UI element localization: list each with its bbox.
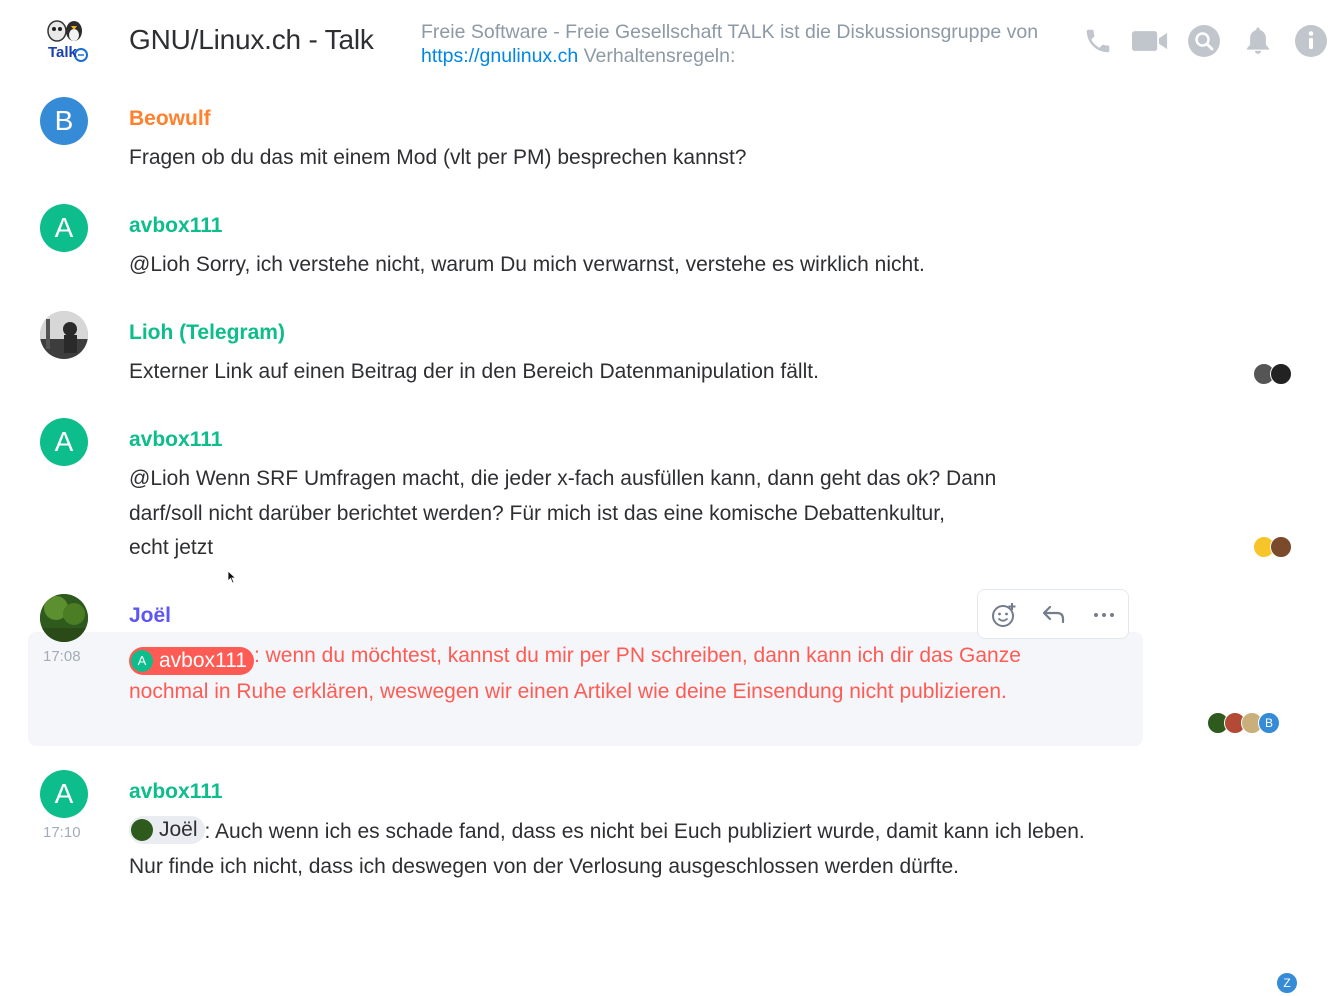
avatar[interactable]: A — [40, 770, 88, 818]
video-icon[interactable] — [1132, 24, 1168, 58]
avatar[interactable]: A — [40, 418, 88, 466]
message-body: Externer Link auf einen Beitrag der in d… — [129, 360, 819, 383]
sender-name[interactable]: avbox111 — [129, 780, 222, 804]
message-highlighted: Joël 17:08 Aavbox111: wenn du möchtest, … — [0, 584, 1344, 746]
avatar[interactable]: A — [40, 204, 88, 252]
avatar[interactable] — [40, 311, 88, 359]
room-title[interactable]: GNU/Linux.ch - Talk — [129, 24, 374, 56]
message-text: : wenn du möchtest, kannst du mir per PN… — [129, 644, 1021, 704]
room-topic-link[interactable]: https://gnulinux.ch — [421, 45, 578, 67]
reply-icon[interactable] — [1036, 598, 1072, 632]
read-receipts[interactable]: Z — [1276, 972, 1298, 996]
message-body: @Lioh Sorry, ich verstehe nicht, warum D… — [129, 253, 925, 276]
mention-pill[interactable]: Joël — [129, 816, 205, 844]
sender-name[interactable]: avbox111 — [129, 428, 222, 452]
mention-name: Joël — [159, 817, 198, 841]
room-header: Talk GNU/Linux.ch - Talk Freie Software … — [0, 0, 1344, 84]
avatar-letter: B — [54, 105, 74, 136]
message-text: : Auch wenn ich es schade fand, dass es … — [129, 820, 1085, 878]
read-receipts[interactable] — [1253, 363, 1292, 387]
mention-pill[interactable]: Aavbox111 — [129, 647, 254, 676]
sender-name[interactable]: Beowulf — [129, 107, 211, 131]
info-icon[interactable] — [1293, 24, 1329, 58]
options-icon[interactable] — [1086, 598, 1122, 632]
avatar-letter: A — [54, 212, 74, 243]
message-line: darf/soll nicht darüber berichtet werden… — [129, 501, 945, 525]
search-icon[interactable] — [1186, 24, 1222, 58]
message-body: Fragen ob du das mit einem Mod (vlt per … — [129, 146, 747, 169]
message-line: @Lioh Wenn SRF Umfragen macht, die jeder… — [129, 467, 997, 490]
room-topic-prefix: Freie Software - Freie Gesellschaft TALK… — [421, 21, 1039, 43]
room-topic-suffix: Verhaltensregeln: — [578, 45, 736, 67]
bell-icon[interactable] — [1240, 24, 1276, 58]
room-avatar[interactable]: Talk — [40, 18, 90, 64]
receipt-avatar: B — [1258, 712, 1280, 734]
room-avatar-label: Talk — [48, 44, 77, 61]
read-receipts[interactable]: B — [1207, 712, 1280, 736]
sender-name[interactable]: Joël — [129, 604, 171, 628]
receipt-avatar — [1270, 363, 1292, 385]
phone-icon[interactable] — [1080, 24, 1116, 58]
sender-name[interactable]: avbox111 — [129, 214, 222, 238]
timeline: B Beowulf Fragen ob du das mit einem Mod… — [0, 84, 1344, 994]
mention-avatar — [131, 819, 153, 841]
avatar[interactable]: B — [40, 97, 88, 145]
receipt-avatar: Z — [1276, 972, 1298, 994]
timestamp[interactable]: 17:08 — [43, 648, 81, 665]
room-topic[interactable]: Freie Software - Freie Gesellschaft TALK… — [421, 20, 1041, 68]
mention-name: avbox111 — [159, 649, 247, 672]
message-body: Joël: Auch wenn ich es schade fand, dass… — [129, 815, 1094, 884]
mouse-cursor-icon — [227, 570, 237, 589]
read-receipts[interactable] — [1253, 536, 1292, 560]
sender-name[interactable]: Lioh (Telegram) — [129, 321, 285, 345]
avatar[interactable] — [40, 594, 88, 642]
react-icon[interactable] — [986, 598, 1022, 632]
message-line: echt jetzt — [129, 536, 214, 559]
message-action-bar — [977, 589, 1129, 639]
avatar-letter: A — [54, 778, 74, 809]
message-body: @Lioh Wenn SRF Umfragen macht, die jeder… — [129, 462, 1094, 566]
receipt-avatar — [1270, 536, 1292, 558]
avatar-letter: A — [54, 426, 74, 457]
message-body: Aavbox111: wenn du möchtest, kannst du m… — [129, 639, 1094, 710]
mention-avatar: A — [131, 650, 153, 673]
timestamp[interactable]: 17:10 — [43, 824, 81, 841]
